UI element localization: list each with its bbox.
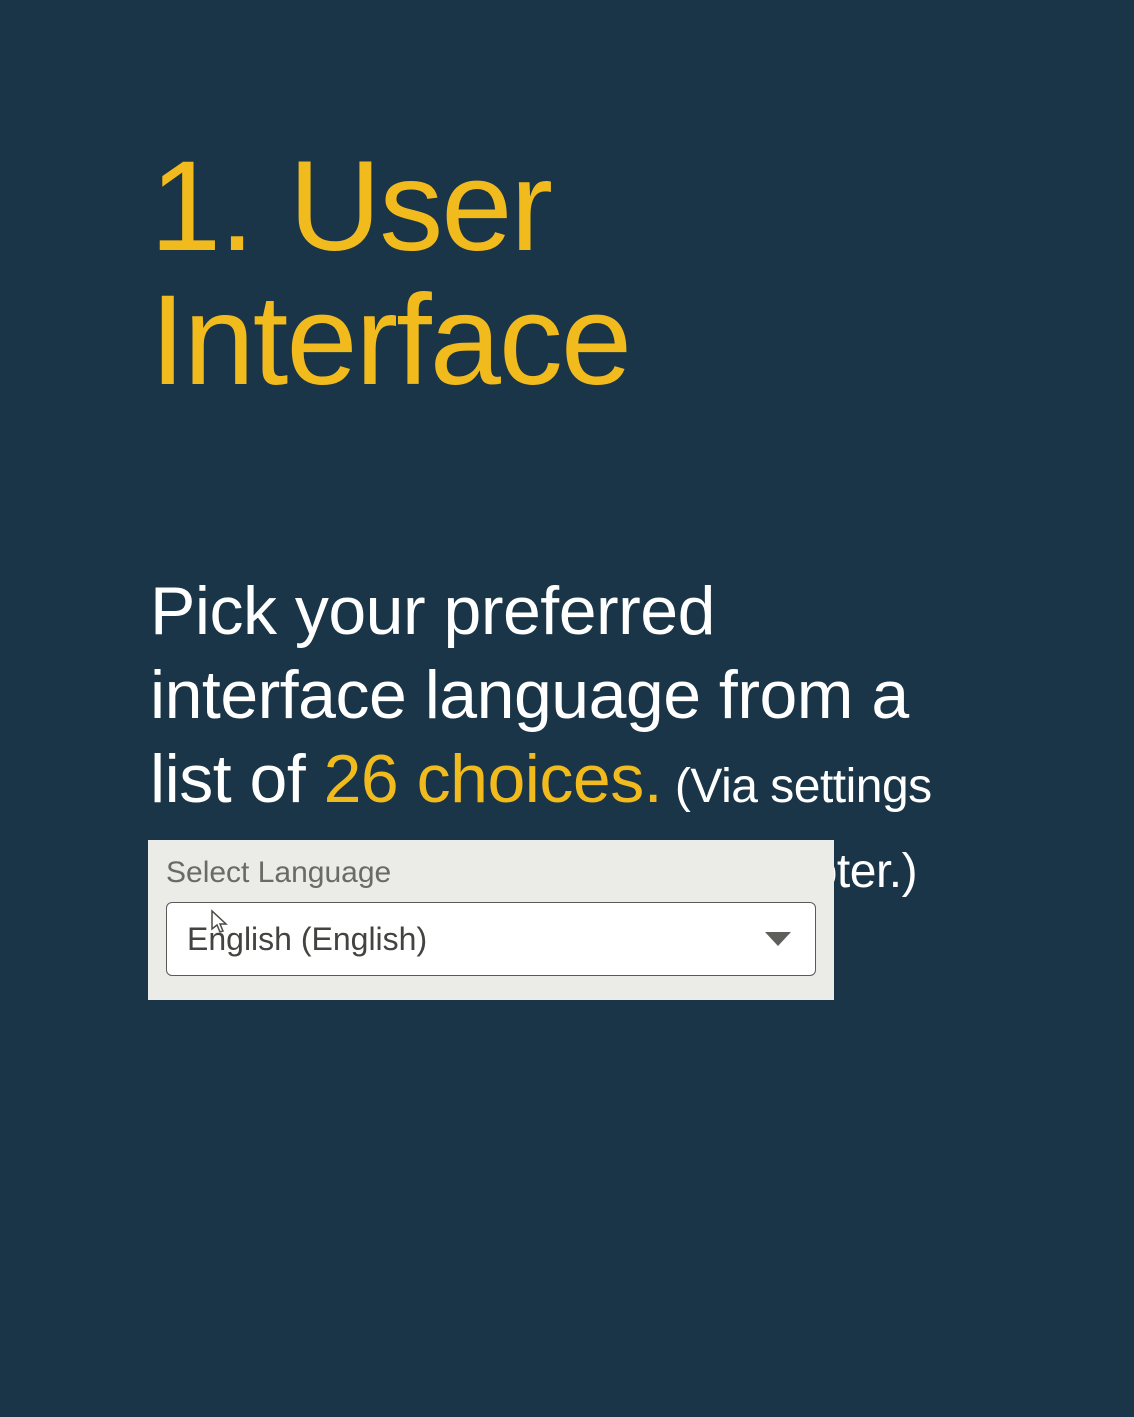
- slide: 1.User Interface Pick your preferred int…: [0, 0, 1134, 1417]
- language-select[interactable]: English (English): [166, 902, 816, 976]
- chevron-down-icon: [765, 932, 791, 946]
- language-panel: Select Language English (English): [148, 840, 834, 1000]
- body-accent: 26 choices.: [324, 741, 662, 817]
- slide-number: 1.: [150, 140, 253, 274]
- slide-title: 1.User Interface: [150, 140, 984, 409]
- language-select-value: English (English): [187, 921, 427, 958]
- select-language-label: Select Language: [166, 856, 816, 890]
